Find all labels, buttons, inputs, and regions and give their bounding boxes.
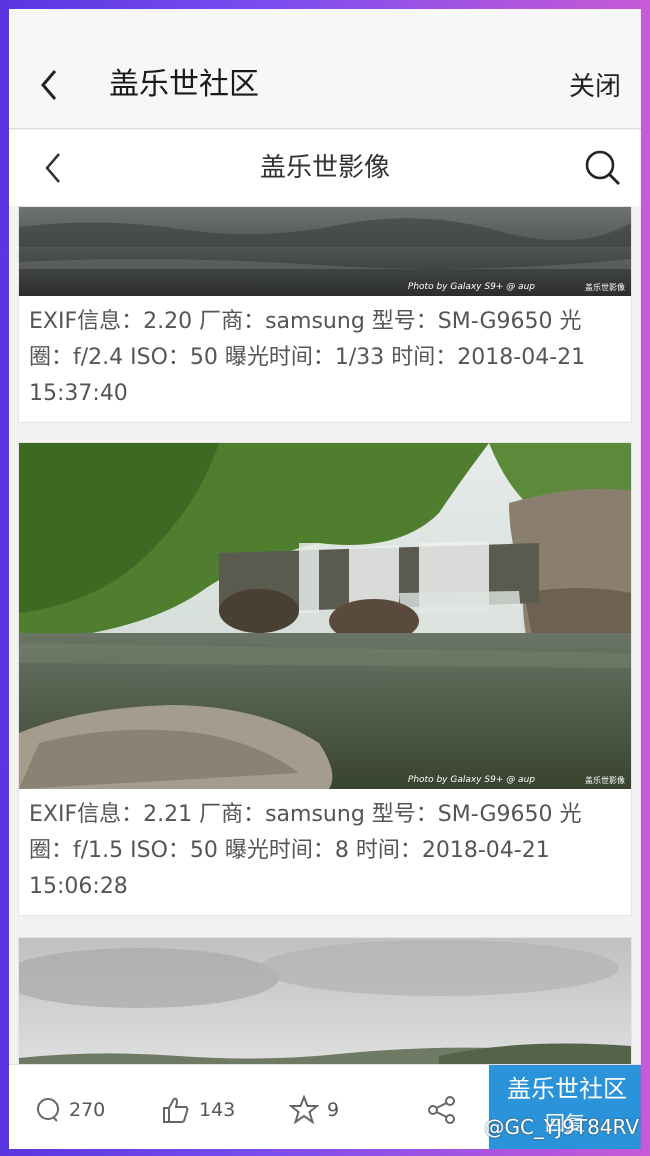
search-icon[interactable] [581,146,625,190]
user-watermark: @GC_YJ9T84RV [484,1115,639,1139]
exif-caption: EXIF信息：2.21 厂商：samsung 型号：SM-G9650 光圈：f/… [29,802,582,899]
photo-watermark: Photo by Galaxy S9+ @ aup [407,775,535,785]
exif-caption: EXIF信息：2.20 厂商：samsung 型号：SM-G9650 光圈：f/… [29,309,586,406]
close-button[interactable]: 关闭 [569,67,621,107]
app-title: 盖乐世社区 [109,67,259,102]
page-header: 盖乐世影像 [9,130,641,206]
page-title: 盖乐世影像 [259,153,390,183]
star-icon [289,1095,319,1125]
app-frame: 盖乐世社区 关闭 盖乐世影像 Photo by Galaxy S9+ @ aup… [9,9,641,1149]
photo-image[interactable]: Photo by Galaxy S9+ @ aup 盖乐世影像 [19,443,631,789]
comment-icon [37,1098,59,1122]
brand-watermark: 盖乐世影像 [585,776,625,785]
community-logo-text: 盖乐世社区 [507,1075,627,1103]
comment-button[interactable]: 270 [35,1093,105,1127]
photo-image[interactable]: Photo by Galaxy S9+ @ aup 盖乐世影像 [19,207,631,296]
back-arrow-icon[interactable] [31,65,71,105]
photo-card: Photo by Galaxy S9+ @ aup 盖乐世影像 EXIF信息：2… [18,206,632,423]
photo-card [18,937,632,1064]
share-icon [428,1096,455,1124]
photo-card: Photo by Galaxy S9+ @ aup 盖乐世影像 EXIF信息：2… [18,442,632,916]
like-button[interactable]: 143 [161,1093,235,1127]
favorite-button[interactable]: 9 [289,1093,339,1127]
favorite-count: 9 [327,1099,340,1121]
like-count: 143 [199,1099,236,1121]
comment-count: 270 [69,1099,106,1121]
brand-watermark: 盖乐世影像 [585,283,625,292]
photo-image[interactable] [19,938,631,1064]
app-header: 盖乐世社区 关闭 [9,9,641,129]
post-content[interactable]: Photo by Galaxy S9+ @ aup 盖乐世影像 EXIF信息：2… [9,206,641,1064]
thumbs-up-icon [163,1097,189,1123]
action-bar: 270 143 9 盖乐世社区 回复 @GC_YJ9T84RV [9,1064,641,1149]
photo-watermark: Photo by Galaxy S9+ @ aup [407,282,535,292]
share-button[interactable] [427,1093,457,1127]
